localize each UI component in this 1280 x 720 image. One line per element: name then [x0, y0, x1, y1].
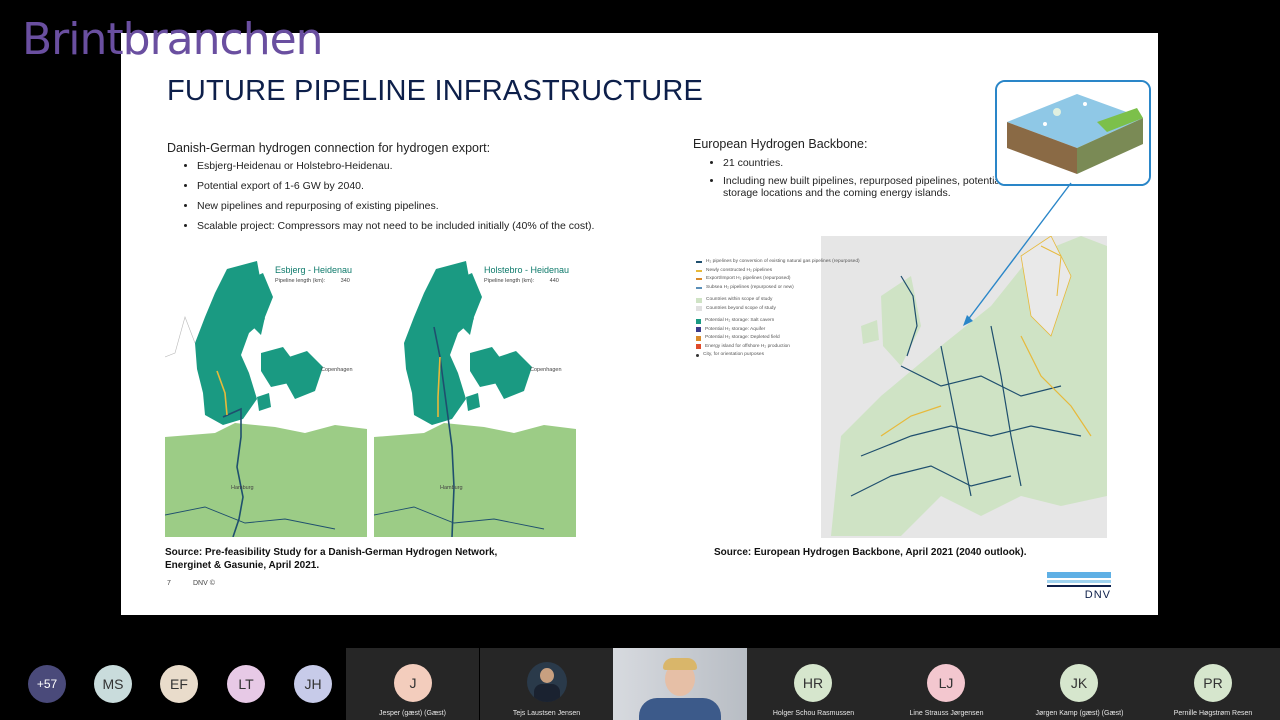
city-label: Copenhagen	[321, 367, 353, 373]
right-source: Source: European Hydrogen Backbone, Apri…	[714, 547, 1027, 558]
left-bullet-list: Esbjerg-Heidenau or Holstebro-Heidenau. …	[181, 160, 594, 240]
legend-item: Potential H₂ storage: Aquifer	[696, 326, 860, 335]
participant-tile[interactable]: J Jesper (gæst) (Gæst)	[346, 648, 479, 720]
brand-logo: Brintbranchen	[22, 14, 324, 65]
map-esbjerg-heidenau: Esbjerg - Heidenau Pipeline length (km):…	[165, 257, 367, 537]
participant-tile[interactable]: JK Jørgen Kamp (gæst) (Gæst)	[1013, 648, 1146, 720]
map1-subtitle: Pipeline length (km): 340	[275, 278, 350, 284]
page-number: 7	[167, 580, 171, 587]
energy-island-inset-image	[995, 80, 1151, 186]
dnv-logo: DNV	[1047, 572, 1111, 601]
participant-name: Tejs Laustsen Jensen	[512, 710, 581, 717]
participant-name: Pernille Høgstrøm Resen	[1173, 710, 1253, 717]
map1-sub-value: 340	[340, 278, 350, 284]
city-label: Hamburg	[440, 485, 463, 491]
legend-item: City, for orientation purposes	[696, 351, 860, 360]
legend-item: Countries within scope of study	[696, 296, 860, 305]
copyright: DNV ©	[193, 580, 215, 587]
legend-item: Newly constructed H₂ pipelines	[696, 267, 860, 276]
participant-avatar: HR	[794, 664, 832, 702]
legend-item: Energy island for offshore H₂ production	[696, 343, 860, 352]
list-item: New pipelines and repurposing of existin…	[197, 200, 594, 212]
list-item: Potential export of 1-6 GW by 2040.	[197, 180, 594, 192]
city-label: Copenhagen	[530, 367, 562, 373]
map1-sub-label: Pipeline length (km):	[275, 278, 326, 284]
participant-name: Jørgen Kamp (gæst) (Gæst)	[1035, 710, 1124, 717]
left-source: Source: Pre-feasibility Study for a Dani…	[165, 546, 497, 572]
list-item: Scalable project: Compressors may not ne…	[197, 220, 594, 232]
participant-tile[interactable]: LJ Line Strauss Jørgensen	[880, 648, 1013, 720]
legend-item: Export/Import H₂ pipelines (repurposed)	[696, 275, 860, 284]
legend-item: Potential H₂ storage: Salt cavern	[696, 317, 860, 326]
legend-item: H₂ pipelines by conversion of existing n…	[696, 258, 860, 267]
map2-title: Holstebro - Heidenau	[484, 265, 570, 275]
participant-avatar[interactable]: MS	[94, 665, 132, 703]
energy-island-illustration	[997, 82, 1149, 184]
map-legend: H₂ pipelines by conversion of existing n…	[696, 258, 860, 360]
denmark-map-image	[374, 261, 576, 537]
source-line: Energinet & Gasunie, April 2021.	[165, 560, 320, 571]
active-speaker-video[interactable]	[613, 648, 747, 720]
list-item: 21 countries.	[723, 157, 1023, 169]
more-participants-button[interactable]: +57	[28, 665, 66, 703]
denmark-map-image	[165, 261, 367, 537]
participants-strip: +57 MS EF LT JH J Jesper (gæst) (Gæst) T…	[0, 648, 1280, 720]
participant-avatar[interactable]: JH	[294, 665, 332, 703]
map2-sub-value: 440	[549, 278, 559, 284]
right-heading: European Hydrogen Backbone:	[693, 137, 868, 151]
map2-subtitle: Pipeline length (km): 440	[484, 278, 559, 284]
legend-item: Countries beyond scope of study	[696, 305, 860, 314]
participant-name: Holger Schou Rasmussen	[772, 710, 855, 717]
slide-title: FUTURE PIPELINE INFRASTRUCTURE	[167, 75, 704, 107]
participant-avatar[interactable]: LT	[227, 665, 265, 703]
legend-item: Potential H₂ storage: Depleted field	[696, 334, 860, 343]
participant-photo	[527, 662, 567, 702]
legend-item: Subsea H₂ pipelines (repurposed or new)	[696, 284, 860, 293]
participant-tile[interactable]: HR Holger Schou Rasmussen	[747, 648, 880, 720]
list-item: Esbjerg-Heidenau or Holstebro-Heidenau.	[197, 160, 594, 172]
left-heading: Danish-German hydrogen connection for hy…	[167, 141, 491, 155]
participant-name: Jesper (gæst) (Gæst)	[379, 710, 446, 717]
participant-avatar: LJ	[927, 664, 965, 702]
participant-avatar: PR	[1194, 664, 1232, 702]
participant-name: Line Strauss Jørgensen	[909, 710, 984, 717]
participant-tile[interactable]: Tejs Laustsen Jensen	[480, 648, 613, 720]
participant-avatar[interactable]: EF	[160, 665, 198, 703]
map-holstebro-heidenau: Holstebro - Heidenau Pipeline length (km…	[374, 257, 576, 537]
participant-avatar: JK	[1060, 664, 1098, 702]
map1-title: Esbjerg - Heidenau	[275, 265, 353, 275]
presentation-slide: FUTURE PIPELINE INFRASTRUCTURE Danish-Ge…	[121, 33, 1158, 615]
participant-tile[interactable]: PR Pernille Høgstrøm Resen	[1146, 648, 1280, 720]
map2-sub-label: Pipeline length (km):	[484, 278, 535, 284]
dnv-logo-text: DNV	[1084, 589, 1111, 601]
city-label: Hamburg	[231, 485, 254, 491]
participant-avatar: J	[394, 664, 432, 702]
inset-pointer-arrow	[963, 182, 1072, 326]
source-line: Source: Pre-feasibility Study for a Dani…	[165, 547, 498, 558]
